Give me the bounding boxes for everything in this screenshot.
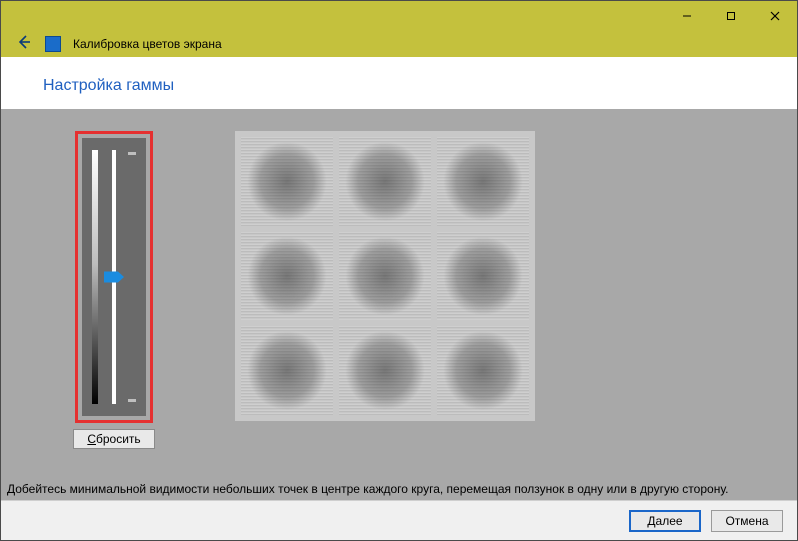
gamma-dot [241,137,333,226]
maximize-icon [726,11,736,21]
content-area: Сбросить [1,109,797,476]
cancel-button-label: Отмена [725,514,768,528]
gamma-dot [437,137,529,226]
maximize-button[interactable] [709,1,753,31]
window-title: Калибровка цветов экрана [73,37,222,51]
stage: Сбросить [73,131,777,449]
slider-tick-bottom [128,399,136,402]
reset-label-rest: бросить [96,432,141,446]
titlebar [1,1,797,31]
instruction-text: Добейтесь минимальной видимости небольши… [1,476,797,500]
footer-buttons: Далее Отмена [1,500,797,540]
close-icon [770,11,780,21]
window-controls [665,1,797,31]
slider-thumb-icon [104,272,124,283]
back-arrow-icon [15,33,33,51]
wizard-window: Калибровка цветов экрана Настройка гаммы [0,0,798,541]
gamma-dot [241,232,333,321]
slider-highlight-box [75,131,153,423]
slider-tick-top [128,152,136,155]
close-button[interactable] [753,1,797,31]
gamma-dot [241,326,333,415]
gamma-dot [339,232,431,321]
gamma-dot [437,326,529,415]
slider-group: Сбросить [73,131,155,449]
gamma-dot [339,137,431,226]
next-button[interactable]: Далее [629,510,701,532]
nav-row: Калибровка цветов экрана [1,31,797,57]
gamma-dot [437,232,529,321]
cancel-button[interactable]: Отмена [711,510,783,532]
slider-gradient-scale [92,150,98,404]
minimize-button[interactable] [665,1,709,31]
page-heading: Настройка гаммы [43,77,797,95]
reset-hotkey-letter: С [87,432,96,446]
back-button[interactable] [15,33,33,55]
reset-button[interactable]: Сбросить [73,429,155,449]
heading-area: Настройка гаммы [1,57,797,109]
next-button-label: Далее [647,514,682,528]
gamma-slider[interactable] [82,138,146,416]
gamma-dot [339,326,431,415]
minimize-icon [682,11,692,21]
slider-thumb[interactable] [104,272,124,283]
app-icon [45,36,61,52]
gamma-preview-grid [235,131,535,421]
